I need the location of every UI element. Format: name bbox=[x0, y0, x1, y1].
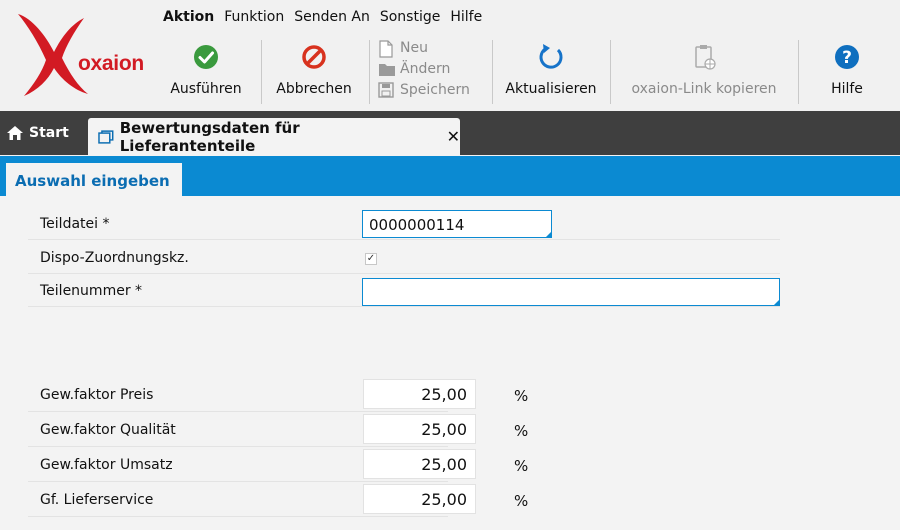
app-header: oxaion Aktion Funktion Senden An Sonstig… bbox=[0, 0, 900, 111]
help-button[interactable]: ? Hilfe bbox=[802, 36, 892, 106]
dispo-row: Dispo-Zuordnungskz. ✓ bbox=[28, 243, 780, 274]
weight-label: Gew.faktor Umsatz bbox=[40, 457, 173, 473]
section-tab-auswahl[interactable]: Auswahl eingeben bbox=[6, 163, 182, 198]
menu-senden-an[interactable]: Senden An bbox=[289, 6, 375, 30]
home-icon bbox=[7, 126, 23, 140]
save-label: Speichern bbox=[400, 82, 470, 98]
teilenummer-label: Teilenummer * bbox=[40, 283, 143, 299]
check-circle-icon bbox=[194, 45, 218, 69]
weight-label: Gew.faktor Preis bbox=[40, 387, 154, 403]
dispo-checkbox[interactable]: ✓ bbox=[365, 253, 377, 265]
teilenummer-row: Teilenummer * bbox=[28, 276, 780, 307]
menu-aktion[interactable]: Aktion bbox=[158, 6, 219, 30]
save-button[interactable]: Speichern bbox=[378, 80, 470, 100]
weight-input[interactable]: 25,00 bbox=[363, 449, 476, 479]
teildatei-value: 0000000114 bbox=[369, 216, 465, 234]
menu-hilfe[interactable]: Hilfe bbox=[445, 6, 487, 30]
window-icon bbox=[98, 129, 114, 144]
main-content: Auswahl eingeben Teildatei * 0000000114 … bbox=[0, 155, 900, 530]
weight-input[interactable]: 25,00 bbox=[363, 414, 476, 444]
dispo-label: Dispo-Zuordnungskz. bbox=[40, 250, 189, 266]
refresh-icon bbox=[539, 44, 563, 69]
execute-label: Ausführen bbox=[170, 81, 242, 97]
input-corner-marker bbox=[545, 231, 552, 238]
tab-active-label: Bewertungsdaten für Lieferantenteile bbox=[119, 118, 300, 155]
help-label: Hilfe bbox=[831, 81, 863, 97]
toolbar-divider bbox=[798, 40, 799, 104]
toolbar-divider bbox=[610, 40, 611, 104]
refresh-label: Aktualisieren bbox=[505, 81, 597, 97]
cancel-button[interactable]: Abbrechen bbox=[265, 36, 363, 106]
weight-row-qualitaet: Gew.faktor Qualität 25,00 % bbox=[28, 412, 528, 447]
weight-label: Gf. Lieferservice bbox=[40, 492, 154, 508]
tab-bewertungsdaten[interactable]: Bewertungsdaten für Lieferantenteile ✕ bbox=[88, 118, 460, 155]
weight-input[interactable]: 25,00 bbox=[363, 484, 476, 514]
folder-icon bbox=[378, 61, 396, 77]
teildatei-input[interactable]: 0000000114 bbox=[362, 210, 552, 238]
tab-start[interactable]: Start bbox=[6, 122, 69, 144]
toolbar-divider bbox=[261, 40, 262, 104]
prohibit-icon bbox=[302, 45, 326, 69]
oxaion-logo[interactable]: oxaion bbox=[14, 8, 150, 100]
percent-unit: % bbox=[514, 422, 529, 440]
new-button[interactable]: Neu bbox=[378, 38, 428, 58]
percent-unit: % bbox=[514, 492, 529, 510]
input-corner-marker bbox=[773, 299, 780, 306]
copy-link-button[interactable]: oxaion-Link kopieren bbox=[614, 36, 794, 106]
toolbar-divider bbox=[492, 40, 493, 104]
refresh-button[interactable]: Aktualisieren bbox=[496, 36, 606, 106]
menu-bar: Aktion Funktion Senden An Sonstige Hilfe bbox=[158, 6, 487, 30]
execute-button[interactable]: Ausführen bbox=[158, 36, 254, 106]
clipboard-link-icon bbox=[695, 45, 716, 70]
tab-start-label: Start bbox=[29, 125, 69, 141]
menu-sonstige[interactable]: Sonstige bbox=[375, 6, 446, 30]
teildatei-label: Teildatei * bbox=[40, 216, 110, 232]
floppy-disk-icon bbox=[378, 82, 396, 98]
teildatei-row: Teildatei * 0000000114 bbox=[28, 209, 780, 240]
copy-link-label: oxaion-Link kopieren bbox=[631, 81, 777, 97]
weight-row-lieferservice: Gf. Lieferservice 25,00 % bbox=[28, 482, 528, 517]
edit-button[interactable]: Ändern bbox=[378, 59, 450, 79]
tab-bar: Start Bewertungsdaten für Lieferantentei… bbox=[0, 111, 900, 155]
section-header-bar: Auswahl eingeben bbox=[0, 156, 900, 198]
svg-text:?: ? bbox=[842, 48, 852, 68]
help-icon: ? bbox=[835, 45, 859, 69]
logo-text: oxaion bbox=[78, 52, 144, 75]
new-document-icon bbox=[378, 40, 396, 58]
weight-label: Gew.faktor Qualität bbox=[40, 422, 176, 438]
cancel-label: Abbrechen bbox=[276, 81, 352, 97]
percent-unit: % bbox=[514, 457, 529, 475]
percent-unit: % bbox=[514, 387, 529, 405]
weight-row-preis: Gew.faktor Preis 25,00 % bbox=[28, 377, 528, 412]
record-actions-group: Neu Ändern Speichern bbox=[378, 38, 486, 104]
weight-row-umsatz: Gew.faktor Umsatz 25,00 % bbox=[28, 447, 528, 482]
close-tab-icon[interactable]: ✕ bbox=[447, 127, 460, 146]
toolbar-divider bbox=[369, 40, 370, 104]
weight-input[interactable]: 25,00 bbox=[363, 379, 476, 409]
teilenummer-input[interactable] bbox=[362, 278, 780, 306]
new-label: Neu bbox=[400, 40, 428, 56]
menu-funktion[interactable]: Funktion bbox=[219, 6, 289, 30]
edit-label: Ändern bbox=[400, 61, 451, 77]
